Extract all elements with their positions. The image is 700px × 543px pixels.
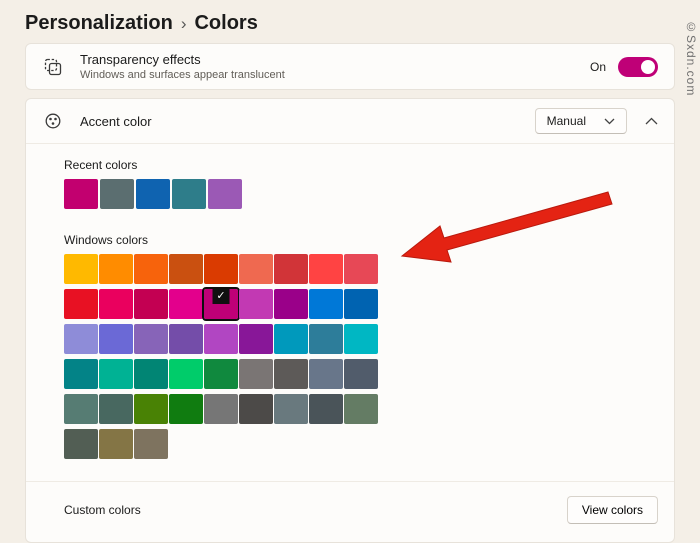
recent-color-swatch[interactable] — [100, 179, 134, 209]
windows-color-swatch[interactable] — [239, 289, 273, 319]
windows-color-swatch[interactable] — [169, 394, 203, 424]
windows-color-swatch[interactable] — [309, 289, 343, 319]
windows-color-swatch[interactable] — [274, 359, 308, 389]
windows-color-swatch[interactable] — [239, 394, 273, 424]
windows-color-swatch[interactable] — [99, 289, 133, 319]
windows-color-swatch[interactable] — [204, 324, 238, 354]
windows-color-swatch[interactable] — [169, 289, 203, 319]
recent-color-swatch[interactable] — [136, 179, 170, 209]
windows-color-swatch[interactable] — [134, 254, 168, 284]
windows-color-swatch[interactable] — [204, 394, 238, 424]
windows-color-swatch[interactable] — [134, 429, 168, 459]
windows-color-swatch[interactable] — [274, 324, 308, 354]
recent-color-swatch[interactable] — [208, 179, 242, 209]
windows-color-swatch[interactable] — [274, 254, 308, 284]
toggle-state-label: On — [589, 59, 606, 74]
breadcrumb-separator: › — [180, 13, 187, 33]
transparency-effects-card: Transparency effects Windows and surface… — [25, 43, 675, 90]
windows-color-swatch[interactable] — [64, 359, 98, 389]
windows-color-swatch[interactable] — [344, 359, 378, 389]
windows-color-swatch[interactable] — [134, 359, 168, 389]
transparency-title: Transparency effects — [80, 52, 201, 67]
windows-color-swatch[interactable] — [274, 289, 308, 319]
accent-mode-value: Manual — [546, 114, 586, 128]
windows-color-swatch[interactable] — [64, 254, 98, 284]
windows-color-swatch[interactable] — [344, 324, 378, 354]
windows-color-swatch[interactable] — [134, 394, 168, 424]
windows-color-swatch[interactable] — [344, 394, 378, 424]
chevron-down-icon — [604, 114, 615, 128]
custom-colors-row: Custom colors View colors — [26, 481, 674, 542]
windows-color-swatch[interactable] — [204, 359, 238, 389]
windows-colors-label: Windows colors — [64, 233, 149, 247]
windows-color-swatch[interactable] — [309, 394, 343, 424]
selected-check-icon: ✓ — [212, 289, 230, 304]
windows-color-swatch[interactable] — [344, 254, 378, 284]
windows-color-swatch[interactable] — [239, 359, 273, 389]
accent-color-header[interactable]: Accent color Manual — [26, 99, 674, 144]
windows-color-swatch[interactable] — [134, 324, 168, 354]
accent-color-icon — [42, 111, 64, 131]
transparency-subtitle: Windows and surfaces appear translucent — [80, 69, 285, 81]
windows-color-swatch[interactable] — [344, 289, 378, 319]
windows-color-swatch[interactable] — [99, 324, 133, 354]
breadcrumb: Personalization › Colors — [0, 0, 700, 43]
transparency-toggle[interactable] — [618, 56, 658, 77]
windows-color-swatch[interactable] — [274, 394, 308, 424]
transparency-icon — [42, 57, 64, 77]
windows-color-swatch[interactable] — [134, 289, 168, 319]
windows-color-swatch[interactable] — [64, 289, 98, 319]
windows-color-swatch[interactable] — [309, 324, 343, 354]
windows-color-swatch[interactable] — [99, 394, 133, 424]
settings-colors-page: Personalization › Colors Transparency ef… — [0, 0, 700, 543]
breadcrumb-personalization[interactable]: Personalization — [25, 12, 173, 35]
recent-colors-grid — [64, 179, 652, 209]
windows-color-swatch[interactable] — [64, 394, 98, 424]
windows-color-swatch[interactable] — [99, 254, 133, 284]
recent-colors-label: Recent colors — [64, 158, 138, 172]
windows-color-swatch[interactable] — [99, 429, 133, 459]
accent-color-title: Accent color — [80, 113, 152, 129]
windows-color-swatch-selected[interactable]: ✓ — [202, 287, 240, 321]
accent-color-body: Recent colors Windows colors ✓ — [26, 144, 674, 459]
windows-color-swatch[interactable] — [99, 359, 133, 389]
page-title: Colors — [194, 12, 258, 34]
windows-color-swatch[interactable] — [64, 324, 98, 354]
recent-color-swatch[interactable] — [172, 179, 206, 209]
accent-color-card: Accent color Manual Recent colors Window… — [25, 98, 675, 543]
windows-color-swatch[interactable] — [169, 254, 203, 284]
windows-colors-grid: ✓ — [64, 254, 652, 459]
view-colors-button[interactable]: View colors — [566, 496, 658, 524]
accent-mode-dropdown[interactable]: Manual — [534, 108, 627, 134]
windows-color-swatch[interactable] — [64, 429, 98, 459]
windows-color-swatch[interactable] — [169, 324, 203, 354]
windows-color-swatch[interactable] — [204, 254, 238, 284]
windows-color-swatch[interactable] — [239, 254, 273, 284]
watermark: ©Sxdn.com — [684, 20, 698, 97]
recent-color-swatch[interactable] — [64, 179, 98, 209]
toggle-knob — [641, 59, 655, 74]
windows-color-swatch[interactable] — [309, 359, 343, 389]
custom-colors-label: Custom colors — [64, 503, 141, 517]
windows-color-swatch[interactable] — [309, 254, 343, 284]
windows-color-swatch[interactable] — [169, 359, 203, 389]
windows-color-swatch[interactable] — [239, 324, 273, 354]
expander-collapse-button[interactable] — [645, 117, 658, 125]
